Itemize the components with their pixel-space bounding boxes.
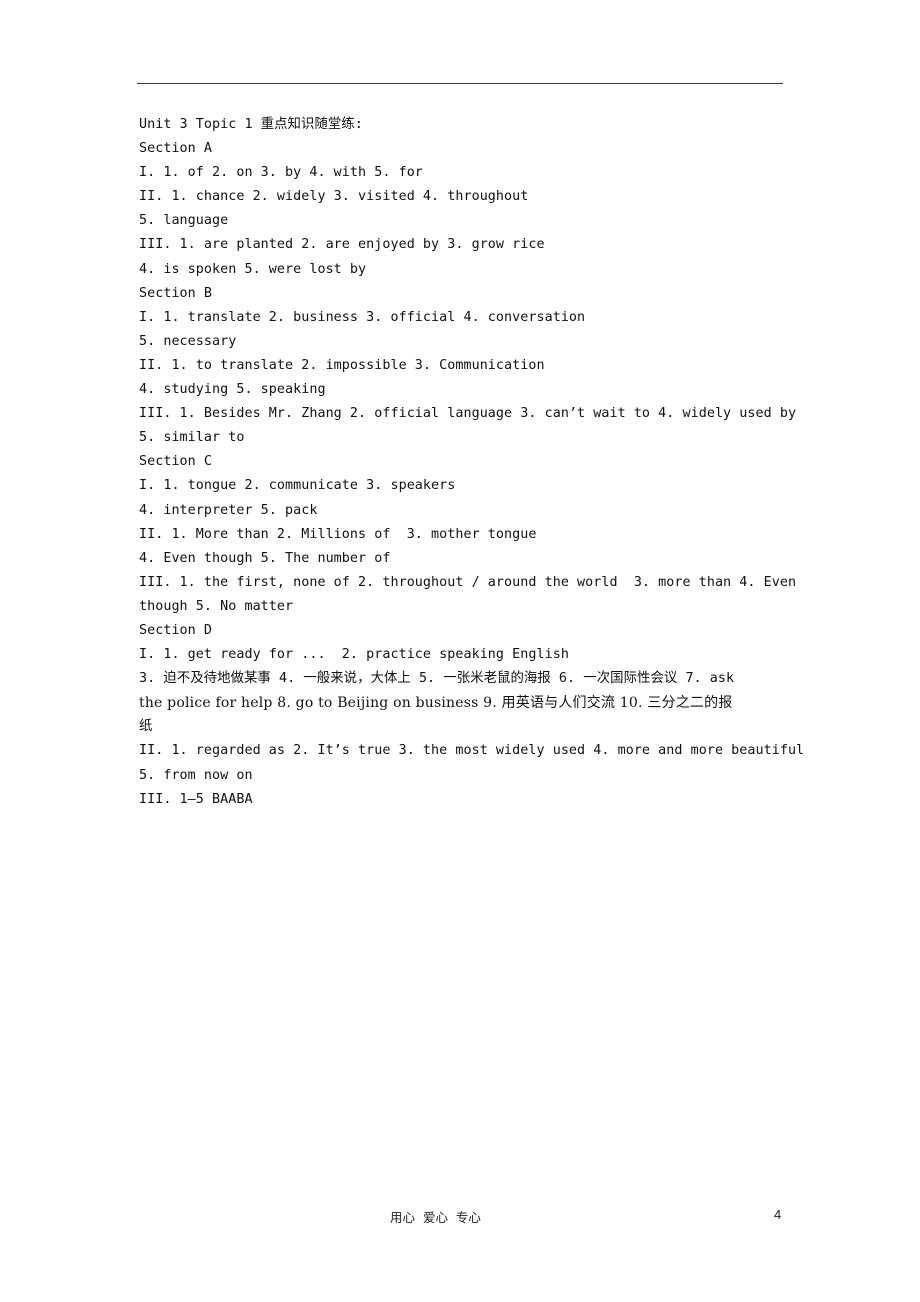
text-line: 4. is spoken 5. were lost by (139, 261, 367, 277)
text-line: Section B (139, 285, 213, 301)
text-line: II. 1. More than 2. Millions of 3. mothe… (139, 526, 537, 542)
footer-motto: 用心 爱心 专心 (390, 1210, 481, 1225)
header-rule (137, 83, 783, 84)
text-line: I. 1. translate 2. business 3. official … (139, 309, 586, 325)
text-line: I. 1. tongue 2. communicate 3. speakers (139, 478, 456, 494)
page-number: 4 (774, 1207, 782, 1222)
text-line: 纸 (139, 719, 153, 735)
text-line: II. 1. to translate 2. impossible 3. Com… (139, 357, 545, 373)
text-line: I. 1. of 2. on 3. by 4. with 5. for (139, 165, 423, 181)
text-line: though 5. No matter (139, 598, 294, 614)
text-line: 5. necessary (139, 333, 237, 349)
document-page: Unit 3 Topic 1 重点知识随堂练: Section A I. 1. of… (0, 0, 920, 1302)
text-line: Unit 3 Topic 1 重点知识随堂练: (139, 117, 363, 132)
document-body: Unit 3 Topic 1 重点知识随堂练: Section A I. 1. of… (139, 113, 805, 812)
text-line: 4. interpreter 5. pack (139, 502, 318, 518)
text-line: II. 1. chance 2. widely 3. visited 4. th… (139, 189, 529, 205)
text-line: 3. 迫不及待地做某事 4. 一般来说，大体上 5. 一张米老鼠的海报 6. 一… (139, 671, 735, 687)
text-line: 5. from now on (139, 767, 253, 783)
text-line: III. 1. the first, none of 2. throughout… (139, 574, 797, 590)
text-line: 5. language (139, 213, 229, 229)
text-line: III. 1. are planted 2. are enjoyed by 3.… (139, 237, 545, 253)
text-line: Section D (139, 622, 213, 638)
text-line: III. 1. Besides Mr. Zhang 2. official la… (139, 406, 797, 422)
text-line: Section C (139, 454, 213, 470)
text-line: Section A (139, 141, 213, 157)
text-line: III. 1—5 BAABA (139, 791, 253, 807)
text-line: 4. Even though 5. The number of (139, 550, 391, 566)
text-line: 4. studying 5. speaking (139, 382, 326, 398)
text-line: I. 1. get ready for ... 2. practice spea… (139, 647, 569, 663)
text-line: II. 1. regarded as 2. It’s true 3. the m… (139, 743, 805, 759)
text-line: 5. similar to (139, 430, 245, 446)
text-line: the police for help 8. go to Beijing on … (139, 695, 733, 712)
